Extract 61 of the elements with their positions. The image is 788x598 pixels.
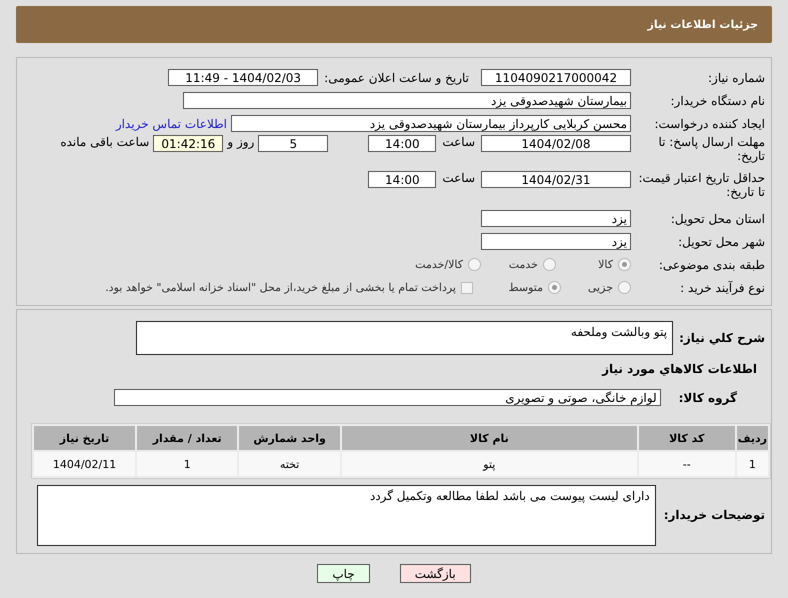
radio-button[interactable] (548, 281, 561, 294)
table-cell: 1 (137, 452, 238, 476)
field-label: شهر محل تحویل: (677, 234, 766, 248)
column-header: تعداد / مقدار (137, 426, 238, 450)
field-label: توضیحات خریدار: (664, 508, 765, 522)
province-field[interactable]: یزد (481, 210, 631, 227)
deadline-date-field[interactable]: 1404/02/08 (481, 135, 631, 152)
days-field[interactable]: 5 (258, 135, 328, 152)
radio-button[interactable] (618, 281, 631, 294)
radio-label: متوسط (508, 281, 543, 294)
radio-label: کالا (598, 258, 613, 271)
announce-date-field[interactable]: 1404/02/03 - 11:49 (168, 69, 318, 86)
field-label: ساعت (442, 135, 475, 149)
field-label: ساعت باقی مانده (60, 135, 150, 149)
field-label: ایجاد کننده درخواست: (653, 116, 766, 130)
buyer-org-field[interactable]: بیمارستان شهیدصدوقی یزد (183, 92, 631, 109)
back-button[interactable]: بازگشت (400, 564, 471, 583)
remaining-time-field[interactable]: 01:42:16 (153, 135, 224, 152)
table-cell: 1404/02/11 (34, 452, 136, 476)
radio-label: خدمت (508, 258, 538, 271)
deadline-time-field[interactable]: 14:00 (368, 135, 436, 152)
print-button[interactable]: چاپ (317, 564, 370, 583)
field-label: حداقل تاریخ اعتبار قیمت: تا تاریخ: (637, 171, 766, 199)
field-label: نوع فرآیند خرید : (679, 280, 766, 294)
field-label: طبقه بندی موضوعی: (658, 258, 766, 272)
column-header: تاریخ نیاز (34, 426, 136, 450)
column-header: واحد شمارش (239, 426, 340, 450)
need-number-field[interactable]: 1104090217000042 (481, 69, 631, 86)
validity-date-field[interactable]: 1404/02/31 (481, 171, 631, 188)
radio-button[interactable] (618, 258, 631, 271)
section-heading: اطلاعات كالاهاي مورد نياز (600, 362, 758, 376)
goods-group-field[interactable]: لوازم خانگی، صوتی و تصویری (114, 389, 661, 406)
field-label: ساعت (442, 171, 475, 185)
radio-label: کالا/خدمت (415, 258, 463, 271)
checkbox-label: پرداخت تمام یا بخشی از مبلغ خرید،از محل "اسناد خزانه اسلامی" خواهد بود. (105, 281, 456, 294)
field-label: شماره نیاز: (707, 70, 766, 84)
field-label: استان محل تحویل: (670, 212, 766, 226)
contact-link[interactable]: اطلاعات تماس خریدار (116, 116, 227, 130)
radio-label: جزیی (588, 281, 613, 294)
buyer-notes-textarea[interactable]: دارای لیست پیوست می باشد لطفا مطالعه وتکمیل گردد (36, 484, 656, 546)
table-cell: -- (638, 452, 735, 476)
column-header: نام کالا (342, 426, 637, 450)
table-cell: 1 (736, 452, 768, 476)
field-label: روز و (227, 135, 254, 149)
summary-textarea[interactable]: پتو وبالشت وملحفه (136, 321, 674, 355)
field-label: گروه کالا: (678, 390, 737, 404)
radio-button[interactable] (543, 258, 556, 271)
field-label: شرح كلي نياز: (679, 331, 765, 345)
field-label: تاریخ و ساعت اعلان عمومی: (324, 70, 469, 84)
validity-time-field[interactable]: 14:00 (368, 171, 436, 188)
column-header: ردیف (736, 426, 768, 450)
table-cell: پتو (342, 452, 637, 476)
checkbox[interactable] (461, 282, 473, 294)
creator-field[interactable]: محسن کربلایی کارپرداز بیمارستان شهیدصدوقی یزد (231, 115, 631, 132)
field-label: مهلت ارسال پاسخ: تا تاریخ: (657, 135, 766, 163)
column-header: کد کالا (638, 426, 735, 450)
field-label: نام دستگاه خریدار: (670, 94, 766, 108)
city-field[interactable]: یزد (481, 233, 631, 250)
table-cell: تخته (239, 452, 340, 476)
radio-button[interactable] (468, 258, 481, 271)
page-header: جزئیات اطلاعات نیاز (16, 6, 772, 43)
